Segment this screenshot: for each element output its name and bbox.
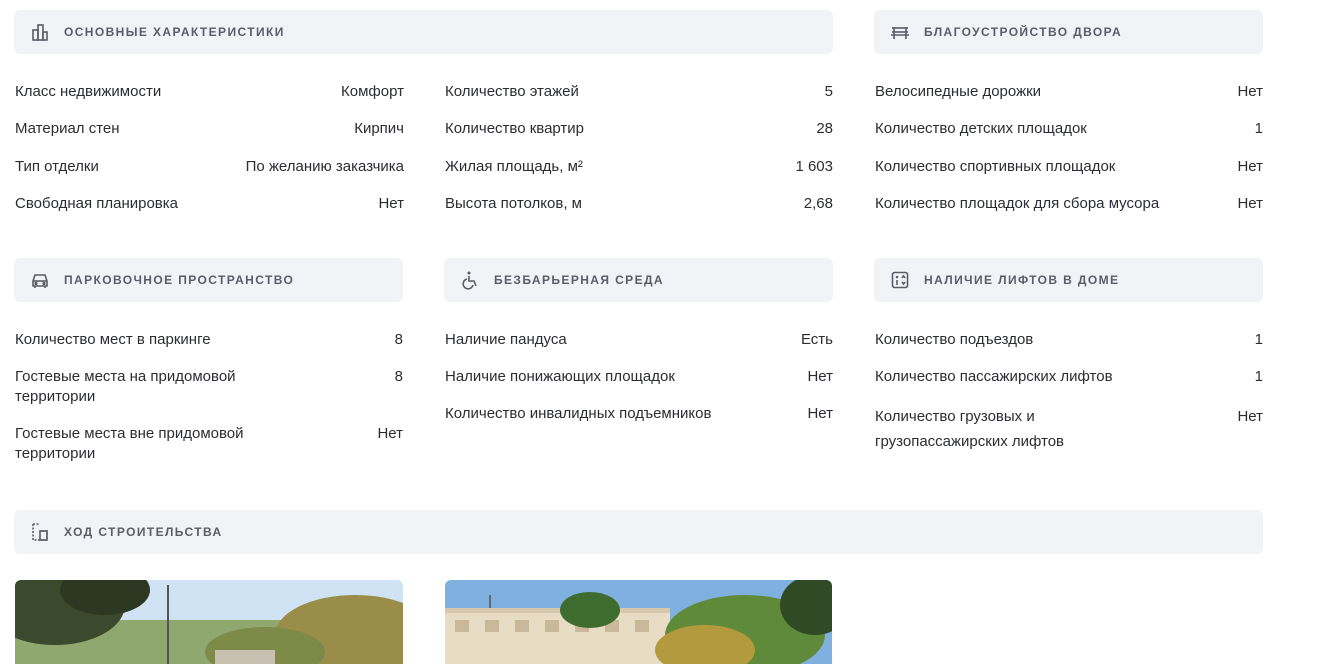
spec-value: По желанию заказчика	[245, 158, 404, 175]
section-header-construction: Ход строительства	[14, 510, 1263, 554]
spec-value: Нет	[807, 405, 833, 422]
spec-value: 28	[816, 120, 833, 137]
spec-label: Количество грузовых и грузопассажирских …	[875, 408, 1065, 450]
spec-label: Количество детских площадок	[875, 120, 1087, 137]
section-title: Наличие лифтов в доме	[924, 273, 1120, 287]
spec-value: Нет	[1237, 83, 1263, 100]
spec-row: Свободная планировка Нет	[15, 194, 404, 214]
spec-label: Наличие пандуса	[445, 331, 567, 348]
spec-label: Наличие понижающих площадок	[445, 368, 675, 385]
spec-value: Комфорт	[341, 83, 404, 100]
accessible-col: Наличие пандуса Есть Наличие понижающих п…	[445, 330, 833, 424]
spec-value: 1 603	[795, 158, 833, 175]
car-icon	[30, 270, 50, 290]
spec-row: Количество мест в паркинге 8	[15, 330, 403, 350]
spec-row: Велосипедные дорожки Нет	[875, 82, 1263, 102]
section-header-main: Основные характеристики	[14, 10, 833, 54]
section-title: Благоустройство двора	[924, 25, 1123, 39]
bench-icon	[890, 22, 910, 42]
spec-row: Гостевые места вне придомовой территории…	[15, 424, 403, 464]
section-title: Ход строительства	[64, 525, 223, 539]
spec-label: Жилая площадь, м²	[445, 158, 583, 175]
main-col-1: Класс недвижимости Комфорт Материал стен К…	[15, 82, 404, 214]
spec-row: Количество инвалидных подъемников Нет	[445, 404, 833, 424]
spec-label: Гостевые места вне придомовой территории	[15, 425, 244, 462]
spec-value: Нет	[1237, 195, 1263, 212]
spec-row: Класс недвижимости Комфорт	[15, 82, 404, 102]
main-col-2: Количество этажей 5 Количество квартир 28 …	[445, 82, 833, 214]
spec-label: Количество подъездов	[875, 331, 1034, 348]
spec-label: Количество инвалидных подъемников	[445, 405, 712, 422]
spec-label: Материал стен	[15, 120, 120, 137]
spec-row: Количество площадок для сбора мусора Нет	[875, 194, 1263, 214]
section-title: Основные характеристики	[64, 25, 285, 39]
spec-value: 8	[394, 331, 403, 348]
spec-row: Высота потолков, м 2,68	[445, 194, 833, 214]
spec-row: Гостевые места на придомовой территории 8	[15, 367, 403, 407]
spec-value: 1	[1254, 120, 1263, 137]
construction-photo[interactable]	[445, 580, 832, 664]
building-icon	[30, 22, 50, 42]
spec-label: Количество спортивных площадок	[875, 158, 1116, 175]
spec-label: Количество мест в паркинге	[15, 331, 211, 348]
spec-row: Количество подъездов 1	[875, 330, 1263, 350]
yard-col: Велосипедные дорожки Нет Количество детск…	[875, 82, 1263, 214]
parking-col: Количество мест в паркинге 8 Гостевые мес…	[15, 330, 403, 464]
spec-row: Количество грузовых и грузопассажирских …	[875, 404, 1263, 454]
spec-row: Наличие понижающих площадок Нет	[445, 367, 833, 387]
spec-label: Количество площадок для сбора мусора	[875, 195, 1160, 212]
section-header-lifts: Наличие лифтов в доме	[874, 258, 1263, 302]
spec-value: Есть	[800, 331, 833, 348]
spec-label: Класс недвижимости	[15, 83, 162, 100]
spec-label: Свободная планировка	[15, 195, 179, 212]
lifts-col: Количество подъездов 1 Количество пассажи…	[875, 330, 1263, 454]
spec-row: Наличие пандуса Есть	[445, 330, 833, 350]
spec-value: Нет	[807, 368, 833, 385]
spec-row: Количество детских площадок 1	[875, 119, 1263, 139]
wheelchair-icon	[460, 270, 480, 290]
spec-value: 1	[1254, 368, 1263, 385]
construction-photo[interactable]	[15, 580, 403, 664]
spec-value: Нет	[1237, 158, 1263, 175]
spec-value: Кирпич	[354, 120, 404, 137]
section-header-accessible: Безбарьерная среда	[444, 258, 833, 302]
spec-label: Велосипедные дорожки	[875, 83, 1042, 100]
section-header-yard: Благоустройство двора	[874, 10, 1263, 54]
section-header-parking: Парковочное пространство	[14, 258, 403, 302]
spec-value: 2,68	[803, 195, 833, 212]
spec-row: Количество квартир 28	[445, 119, 833, 139]
spec-row: Количество спортивных площадок Нет	[875, 157, 1263, 177]
spec-row: Жилая площадь, м² 1 603	[445, 157, 833, 177]
spec-value: 8	[394, 368, 403, 385]
spec-row: Количество пассажирских лифтов 1	[875, 367, 1263, 387]
spec-label: Высота потолков, м	[445, 195, 582, 212]
spec-value: Нет	[378, 195, 404, 212]
elevator-icon	[890, 270, 910, 290]
spec-label: Гостевые места на придомовой территории	[15, 368, 236, 405]
spec-label: Количество этажей	[445, 83, 579, 100]
spec-row: Тип отделки По желанию заказчика	[15, 157, 404, 177]
spec-label: Количество пассажирских лифтов	[875, 368, 1113, 385]
spec-value: Нет	[1237, 408, 1263, 425]
spec-row: Количество этажей 5	[445, 82, 833, 102]
spec-value: 5	[824, 83, 833, 100]
spec-label: Тип отделки	[15, 158, 99, 175]
spec-label: Количество квартир	[445, 120, 585, 137]
spec-row: Материал стен Кирпич	[15, 119, 404, 139]
construction-icon	[30, 522, 50, 542]
section-title: Безбарьерная среда	[494, 273, 664, 287]
spec-value: Нет	[377, 425, 403, 442]
section-title: Парковочное пространство	[64, 273, 295, 287]
spec-value: 1	[1254, 331, 1263, 348]
